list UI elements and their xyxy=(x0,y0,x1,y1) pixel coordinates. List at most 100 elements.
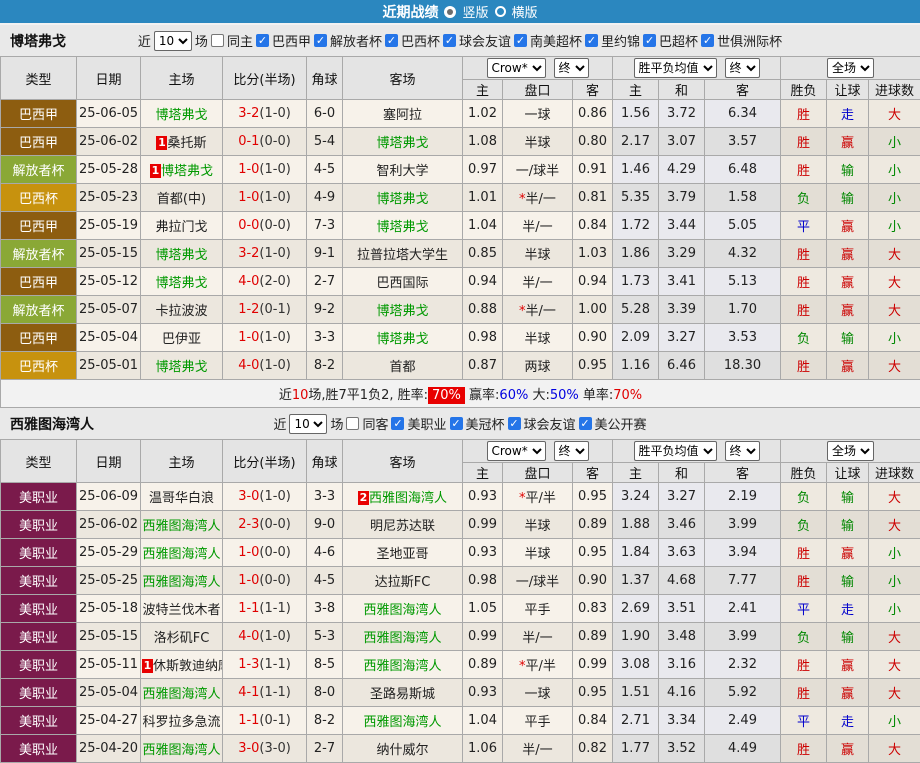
recent-count-select[interactable]: 10 xyxy=(289,414,327,434)
league-label-2[interactable]: 巴西杯 xyxy=(401,31,440,50)
league-checkbox-0[interactable]: ✓ xyxy=(256,34,269,47)
corners-cell: 5-4 xyxy=(307,128,343,156)
handicap-line-cell: 半球 xyxy=(503,539,573,567)
wdl-average-select[interactable]: 胜平负均值 xyxy=(634,441,717,461)
handicap-home-odds: 0.99 xyxy=(463,623,503,651)
team-label: 博塔弗戈 xyxy=(376,304,428,319)
summary-text: 近 xyxy=(279,388,292,403)
away-team-cell: 首都 xyxy=(343,352,463,380)
fulltime-select[interactable]: 全场 xyxy=(827,58,874,78)
odds-company-select[interactable]: Crow* xyxy=(487,441,546,461)
league-label-2[interactable]: 球会友谊 xyxy=(524,414,576,433)
outcome-cell: 胜 xyxy=(781,352,827,380)
league-checkbox-3[interactable]: ✓ xyxy=(579,417,592,430)
league-checkbox-2[interactable]: ✓ xyxy=(508,417,521,430)
sub-col-header-8: 进球数 xyxy=(869,80,920,100)
radio-vertical-label[interactable]: 竖版 xyxy=(462,2,488,21)
handicap-home-odds: 0.93 xyxy=(463,539,503,567)
league-label-0[interactable]: 巴西甲 xyxy=(272,31,311,50)
europe-home-odds: 1.84 xyxy=(613,539,659,567)
goals-result-cell: 大 xyxy=(869,240,920,268)
league-label-7[interactable]: 世俱洲际杯 xyxy=(717,31,782,50)
same-venue-label[interactable]: 同客 xyxy=(362,414,388,433)
league-checkbox-6[interactable]: ✓ xyxy=(643,34,656,47)
handicap-line-cell: 一球 xyxy=(503,100,573,128)
fulltime-score: 4-0 xyxy=(238,274,259,289)
league-checkbox-5[interactable]: ✓ xyxy=(585,34,598,47)
league-checkbox-3[interactable]: ✓ xyxy=(443,34,456,47)
europe-final-select[interactable]: 终 xyxy=(725,58,760,78)
league-type-cell: 美职业 xyxy=(1,539,77,567)
handicap-line-cell: 平手 xyxy=(503,707,573,735)
league-label-3[interactable]: 球会友谊 xyxy=(459,31,511,50)
handicap-line-cell: 半/一 xyxy=(503,623,573,651)
col-header-0: 类型 xyxy=(1,440,77,483)
odds-company-select[interactable]: Crow* xyxy=(487,58,546,78)
team-label: 西雅图海湾人 xyxy=(363,659,441,674)
handicap-away-odds: 0.82 xyxy=(573,735,613,763)
league-label-1[interactable]: 解放者杯 xyxy=(330,31,382,50)
europe-draw-odds: 3.41 xyxy=(659,268,705,296)
goals-result-cell: 小 xyxy=(869,539,920,567)
handicap-away-odds: 0.90 xyxy=(573,567,613,595)
league-type-cell: 解放者杯 xyxy=(1,240,77,268)
radio-horizontal-layout[interactable] xyxy=(495,6,506,17)
europe-home-odds: 5.28 xyxy=(613,296,659,324)
handicap-result-cell: 输 xyxy=(827,511,869,539)
league-checkbox-7[interactable]: ✓ xyxy=(701,34,714,47)
league-label-3[interactable]: 美公开赛 xyxy=(595,414,647,433)
europe-home-odds: 1.72 xyxy=(613,212,659,240)
europe-draw-odds: 3.16 xyxy=(659,651,705,679)
handicap-result-cell: 输 xyxy=(827,567,869,595)
league-checkbox-1[interactable]: ✓ xyxy=(314,34,327,47)
team-label: 智利大学 xyxy=(376,164,428,179)
europe-final-select[interactable]: 终 xyxy=(725,441,760,461)
team-label: 洛杉矶FC xyxy=(154,631,210,646)
handicap-final-select[interactable]: 终 xyxy=(554,441,589,461)
handicap-line-cell: *半/一 xyxy=(503,184,573,212)
league-label-5[interactable]: 里约锦 xyxy=(601,31,640,50)
wdl-average-select[interactable]: 胜平负均值 xyxy=(634,58,717,78)
radio-vertical-layout[interactable] xyxy=(444,6,456,18)
section-home-team: 博塔弗戈 近10场 同主✓巴西甲✓解放者杯✓巴西杯✓球会友谊✓南美超杯✓里约锦✓… xyxy=(0,25,920,408)
outcome-cell: 胜 xyxy=(781,735,827,763)
league-label-1[interactable]: 美冠杯 xyxy=(466,414,505,433)
away-team-cell: 巴西国际 xyxy=(343,268,463,296)
sub-col-header-0: 主 xyxy=(463,463,503,483)
corners-cell: 9-0 xyxy=(307,511,343,539)
outcome-cell: 胜 xyxy=(781,100,827,128)
league-label-4[interactable]: 南美超杯 xyxy=(530,31,582,50)
league-checkbox-1[interactable]: ✓ xyxy=(450,417,463,430)
europe-home-odds: 1.56 xyxy=(613,100,659,128)
goals-result-cell: 大 xyxy=(869,679,920,707)
halftime-score: (1-0) xyxy=(259,358,290,373)
europe-home-odds: 1.37 xyxy=(613,567,659,595)
league-label-6[interactable]: 巴超杯 xyxy=(659,31,698,50)
fulltime-score: 1-2 xyxy=(238,302,259,317)
match-row: 美职业25-05-15洛杉矶FC4-0(1-0)5-3西雅图海湾人0.99半/一… xyxy=(1,623,920,651)
handicap-final-select[interactable]: 终 xyxy=(554,58,589,78)
fulltime-select[interactable]: 全场 xyxy=(827,441,874,461)
league-checkbox-2[interactable]: ✓ xyxy=(385,34,398,47)
away-team-cell: 明尼苏达联 xyxy=(343,511,463,539)
away-team-cell: 博塔弗戈 xyxy=(343,324,463,352)
league-checkbox-0[interactable]: ✓ xyxy=(391,417,404,430)
same-venue-checkbox[interactable] xyxy=(211,34,224,47)
team-label: 桑托斯 xyxy=(167,136,206,151)
filter-controls: 近10场 同主✓巴西甲✓解放者杯✓巴西杯✓球会友谊✓南美超杯✓里约锦✓巴超杯✓世… xyxy=(138,31,782,51)
handicap-line-cell: 一/球半 xyxy=(503,156,573,184)
europe-away-odds: 7.77 xyxy=(705,567,781,595)
outcome-cell: 负 xyxy=(781,184,827,212)
corners-cell: 8-5 xyxy=(307,651,343,679)
sub-col-header-4: 和 xyxy=(659,463,705,483)
section-head: 西雅图海湾人 近10场 同客✓美职业✓美冠杯✓球会友谊✓美公开赛 xyxy=(0,408,920,439)
league-label-0[interactable]: 美职业 xyxy=(407,414,446,433)
handicap-result-cell: 输 xyxy=(827,184,869,212)
same-venue-checkbox[interactable] xyxy=(346,417,359,430)
radio-horizontal-label[interactable]: 横版 xyxy=(512,2,538,21)
league-checkbox-4[interactable]: ✓ xyxy=(514,34,527,47)
fulltime-score: 1-3 xyxy=(238,657,259,672)
same-venue-label[interactable]: 同主 xyxy=(227,31,253,50)
league-type-cell: 美职业 xyxy=(1,567,77,595)
recent-count-select[interactable]: 10 xyxy=(154,31,192,51)
